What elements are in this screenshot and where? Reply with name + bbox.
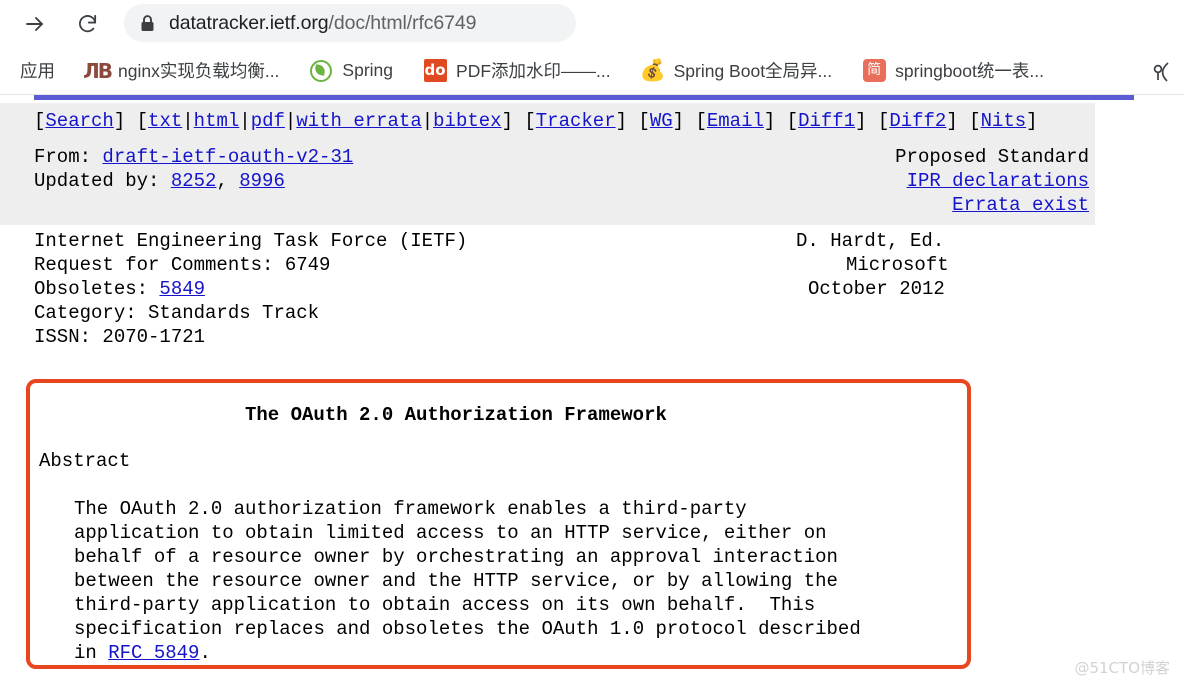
header-category: Category: Standards Track <box>34 302 320 324</box>
from-line: From: draft-ietf-oauth-v2-31 Proposed Sta… <box>0 145 1095 169</box>
link-pdf[interactable]: pdf <box>251 110 285 132</box>
rfc-header-left: Internet Engineering Task Force (IETF) Re… <box>34 229 467 349</box>
bookmark-item-spring[interactable]: Spring <box>307 56 395 86</box>
url-text: datatracker.ietf.org/doc/html/rfc6749 <box>169 12 476 35</box>
lock-icon <box>140 14 155 32</box>
link-search[interactable]: Search <box>45 110 113 132</box>
from-label: From: <box>34 146 103 168</box>
bookmark-label: Spring Boot全局异... <box>673 61 833 81</box>
url-path: /doc/html/rfc6749 <box>328 11 477 34</box>
author-org: Microsoft <box>846 254 949 276</box>
money-bag-favicon-icon: 💰 <box>639 59 666 82</box>
abstract-line: third-party application to obtain access… <box>74 594 816 616</box>
link-txt[interactable]: txt <box>148 110 182 132</box>
bookmark-item-nginx[interactable]: ЛB nginx实现负载均衡... <box>83 56 281 86</box>
link-rfc5849[interactable]: 5849 <box>159 278 205 300</box>
bookmark-label: PDF添加水印——... <box>456 61 611 81</box>
status-text: Proposed Standard <box>895 146 1089 168</box>
browser-window: datatracker.ietf.org/doc/html/rfc6749 应用… <box>0 0 1184 686</box>
link-draft[interactable]: draft-ietf-oauth-v2-31 <box>102 146 353 168</box>
abstract-period: . <box>199 642 211 664</box>
obsoletes-label: Obsoletes: <box>34 278 160 300</box>
bookmark-item-springboot-exception[interactable]: 💰 Spring Boot全局异... <box>639 56 835 86</box>
link-errata-exist[interactable]: Errata exist <box>952 194 1089 216</box>
abstract-line: specification replaces and obsoletes the… <box>74 618 861 640</box>
bookmark-label: nginx实现负载均衡... <box>118 61 280 81</box>
header-ietf: Internet Engineering Task Force (IETF) <box>34 230 468 252</box>
link-nits[interactable]: Nits <box>981 110 1027 132</box>
link-diff2[interactable]: Diff2 <box>889 110 946 132</box>
do-favicon-icon: do <box>423 59 447 83</box>
reload-icon[interactable] <box>70 7 104 41</box>
browser-chrome: datatracker.ietf.org/doc/html/rfc6749 应用… <box>0 0 1184 95</box>
header-obsoletes: Obsoletes: 5849 <box>34 277 467 301</box>
bookmark-label: springboot统一表... <box>895 61 1044 81</box>
link-ipr-declarations[interactable]: IPR declarations <box>907 170 1089 192</box>
forward-arrow-icon[interactable] <box>18 7 52 41</box>
errata-line: Errata exist <box>0 193 1095 217</box>
link-wg[interactable]: WG <box>650 110 673 132</box>
abstract-line: behalf of a resource owner by orchestrat… <box>74 546 838 568</box>
doc-format-links: [Search] [txt|html|pdf|with errata|bibte… <box>34 110 1038 132</box>
link-tracker[interactable]: Tracker <box>536 110 616 132</box>
publication-date: October 2012 <box>808 278 945 300</box>
jianshu-favicon-icon: 简 <box>862 59 886 83</box>
abstract-line: The OAuth 2.0 authorization framework en… <box>74 498 747 520</box>
link-rfc8252[interactable]: 8252 <box>171 170 217 192</box>
header-issn: ISSN: 2070-1721 <box>34 326 206 348</box>
highlight-box: The OAuth 2.0 Authorization Framework Ab… <box>26 379 971 669</box>
author-name: D. Hardt, Ed. <box>796 230 945 252</box>
page-content: [Search] [txt|html|pdf|with errata|bibte… <box>0 95 1184 686</box>
updated-by-line: Updated by: 8252, 8996 IPR declarations <box>34 170 1089 192</box>
watermark: @51CTO博客 <box>1074 659 1170 677</box>
abstract-text: The OAuth 2.0 authorization framework en… <box>74 497 861 665</box>
abstract-line: application to obtain limited access to … <box>74 522 827 544</box>
link-rfc5849-abstract[interactable]: RFC 5849 <box>108 642 199 664</box>
rfc-meta-block: [Search] [txt|html|pdf|with errata|bibte… <box>0 103 1095 225</box>
bookmark-label: Spring <box>342 60 394 80</box>
rfc-header-right: D. Hardt, Ed. Microsoft October 2012 <box>760 229 949 301</box>
link-email[interactable]: Email <box>707 110 764 132</box>
spring-leaf-favicon-icon <box>309 59 333 83</box>
bookmarks-bar: 应用 ЛB nginx实现负载均衡... Spring do PDF添加水印——… <box>0 47 1184 95</box>
link-html[interactable]: html <box>194 110 240 132</box>
link-bibtex[interactable]: bibtex <box>433 110 501 132</box>
link-diff1[interactable]: Diff1 <box>798 110 855 132</box>
bookmark-apps[interactable]: 应用 <box>18 56 57 86</box>
updated-by-label: Updated by: <box>34 170 171 192</box>
top-accent-rule <box>34 95 1134 100</box>
abstract-heading: Abstract <box>39 450 131 472</box>
header-rfc-number: Request for Comments: 6749 <box>34 254 331 276</box>
jb-favicon-icon: ЛB <box>83 58 113 83</box>
link-rfc8996[interactable]: 8996 <box>239 170 285 192</box>
page-title: The OAuth 2.0 Authorization Framework <box>245 404 667 426</box>
link-with-errata[interactable]: with errata <box>296 110 421 132</box>
bookmarks-overflow-icon[interactable] <box>1148 58 1176 86</box>
bookmark-item-springboot-response[interactable]: 简 springboot统一表... <box>860 56 1046 86</box>
abstract-last-line: in RFC 5849. <box>74 641 861 665</box>
abstract-line-prefix: in <box>74 642 109 664</box>
bookmark-apps-label: 应用 <box>20 61 55 81</box>
bookmark-item-pdf[interactable]: do PDF添加水印——... <box>421 56 613 86</box>
address-bar[interactable]: datatracker.ietf.org/doc/html/rfc6749 <box>124 4 576 42</box>
url-host: datatracker.ietf.org <box>169 11 329 34</box>
browser-toolbar: datatracker.ietf.org/doc/html/rfc6749 <box>0 0 1184 47</box>
abstract-line: between the resource owner and the HTTP … <box>74 570 838 592</box>
